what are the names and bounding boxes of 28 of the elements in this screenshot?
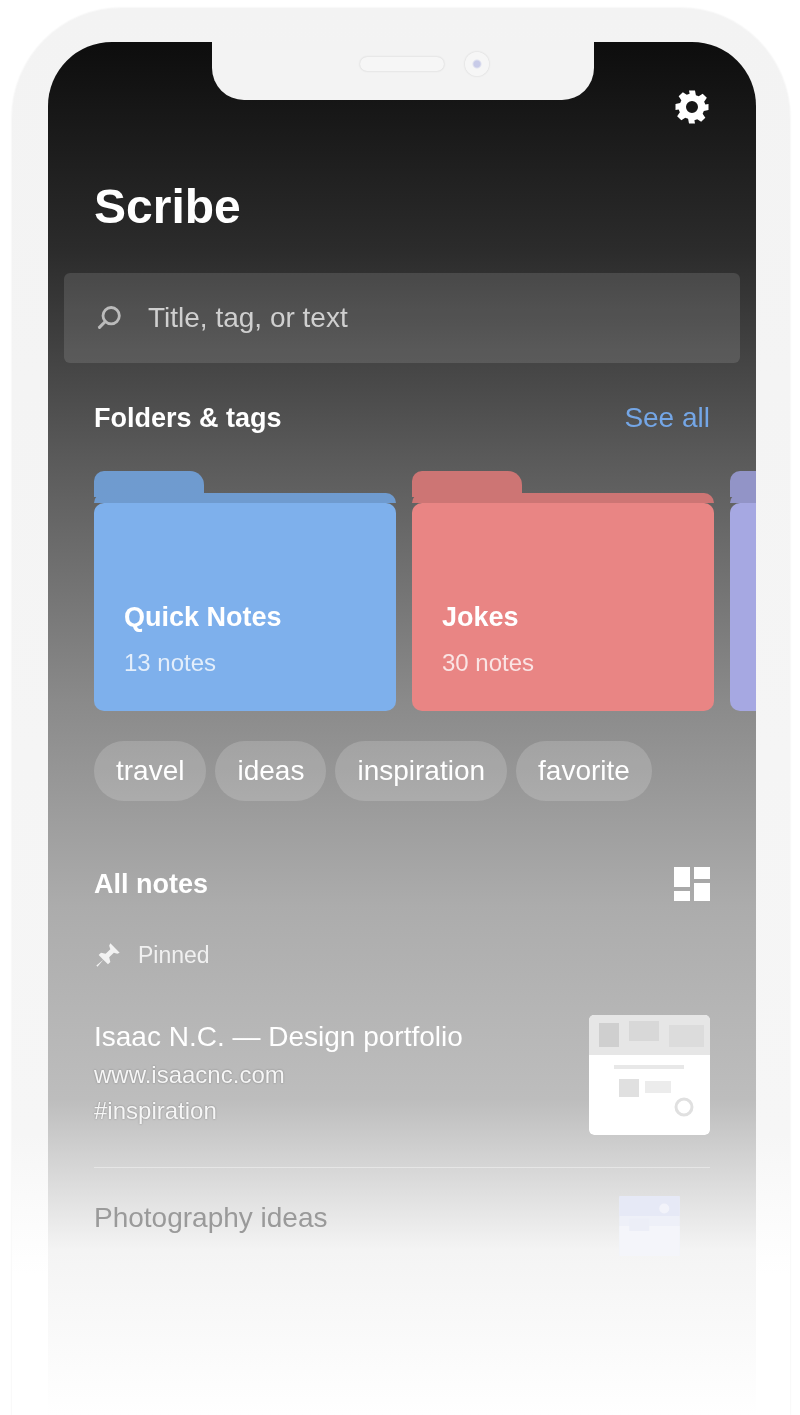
folder-card[interactable]: Jokes 30 notes [412,503,714,711]
section-title: All notes [94,868,208,900]
note-item[interactable]: Isaac N.C. — Design portfolio www.isaacnc.com #inspiration [94,1015,710,1168]
folder-count: 13 notes [124,649,218,677]
folder-count: 30 notes [442,649,536,677]
search-icon [96,304,124,332]
note-url: www.isaacnc.com [94,1061,286,1089]
pinned-label: Pinned [138,941,210,969]
folder-card[interactable]: Quick Notes 13 notes [94,503,396,711]
settings-icon[interactable] [674,89,710,125]
section-title: Folders & tags [94,402,282,434]
folder-name: Quick Notes [124,602,283,633]
folder-name: Jokes [442,602,520,633]
search-input[interactable]: Title, tag, or text [146,301,740,335]
tag-chip[interactable]: favorite [516,741,652,801]
note-title: Photography ideas [94,1202,328,1234]
tag-chip[interactable]: ideas [215,741,327,801]
camera-dot [465,52,489,76]
see-all-link[interactable]: See all [624,402,710,434]
grid-view-icon[interactable] [674,867,710,901]
app-title: Scribe [94,179,242,235]
tag-chip[interactable]: inspiration [335,741,508,801]
search-field[interactable]: Title, tag, or text [64,273,740,363]
note-title: Isaac N.C. — Design portfolio [94,1021,463,1053]
note-tag: #inspiration [94,1097,463,1125]
note-item[interactable]: Photography ideas [94,1196,710,1288]
pin-icon [94,941,122,969]
tag-chip[interactable]: travel [94,741,207,801]
